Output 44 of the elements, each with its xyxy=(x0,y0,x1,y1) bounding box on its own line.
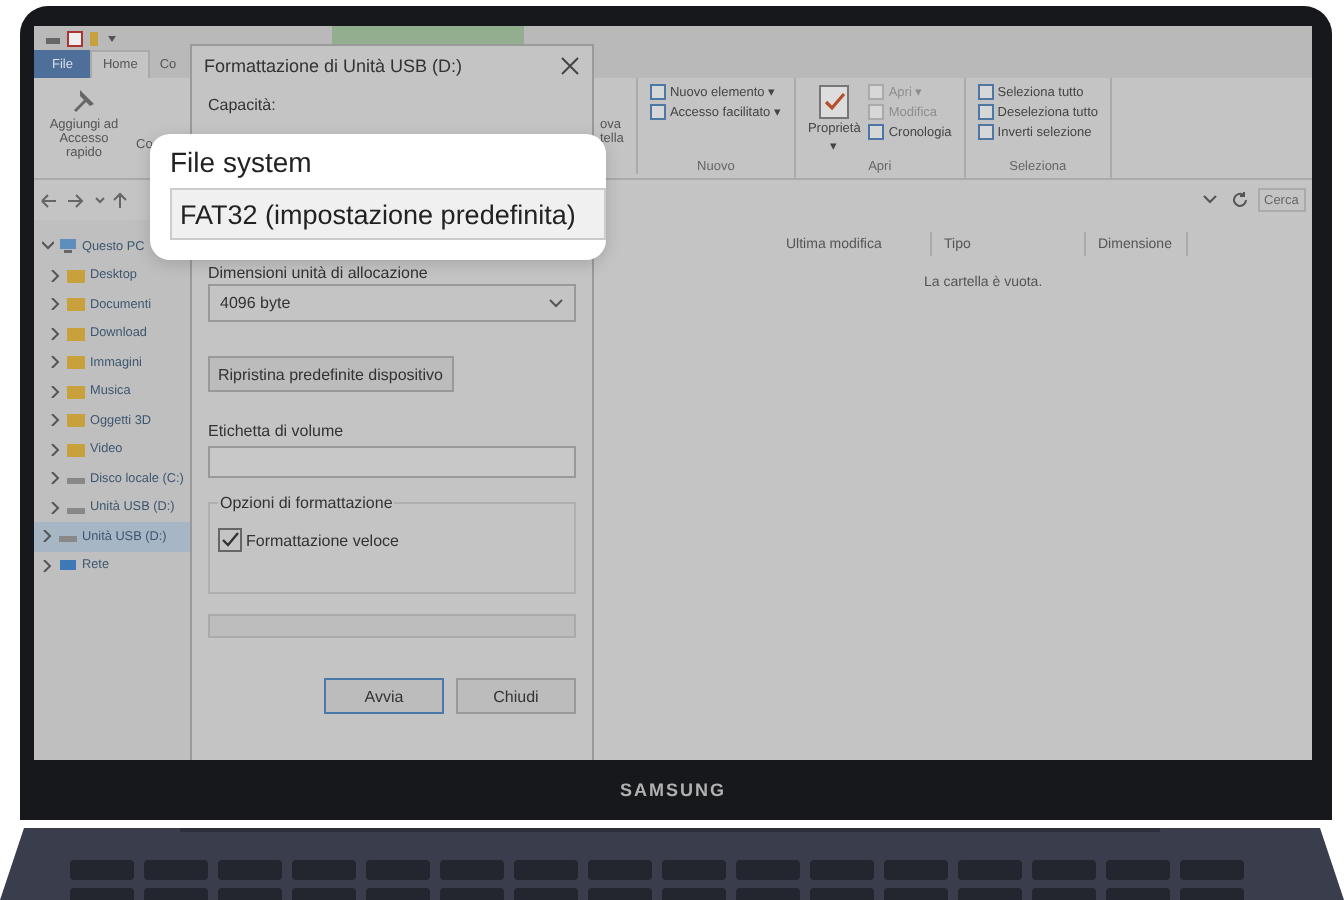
chevron-right-icon[interactable] xyxy=(42,530,54,543)
chevron-down-icon[interactable] xyxy=(42,240,54,253)
chevron-right-icon[interactable] xyxy=(50,501,62,514)
square-icon xyxy=(868,104,885,120)
chevron-right-icon[interactable] xyxy=(50,327,62,340)
monitor-icon xyxy=(58,238,78,255)
square-icon xyxy=(649,104,666,120)
checkmark-icon xyxy=(220,530,240,550)
close-icon[interactable] xyxy=(560,56,580,76)
dialog-title: Formattazione di Unità USB (D:) xyxy=(204,56,463,76)
refresh-icon[interactable] xyxy=(1230,190,1250,210)
square-icon xyxy=(977,124,994,140)
group-legend: Opzioni di formattazione xyxy=(218,494,395,512)
square-icon xyxy=(868,84,885,100)
capacity-label: Capacità: xyxy=(208,96,278,114)
allocation-size-label: Dimensioni unità di allocazione xyxy=(208,264,430,282)
file-system-field[interactable]: FAT32 (impostazione predefinita) xyxy=(170,188,606,240)
restore-defaults-button[interactable]: Ripristina predefinite dispositivo xyxy=(208,356,453,392)
chevron-right-icon[interactable] xyxy=(50,414,62,427)
chevron-right-icon[interactable] xyxy=(42,559,54,572)
checkbox-label[interactable]: Formattazione veloce xyxy=(246,531,399,549)
square-icon xyxy=(977,84,994,100)
network-icon xyxy=(58,557,78,574)
dialog-button[interactable]: Chiudi xyxy=(456,678,576,714)
volume-label-label: Etichetta di volume xyxy=(208,422,346,440)
allocation-size-dropdown[interactable]: 4096 byte xyxy=(208,284,576,322)
file-system-label: File system xyxy=(170,146,314,178)
checkmark-document-icon xyxy=(818,84,851,120)
square-icon xyxy=(649,84,666,100)
square-icon xyxy=(977,104,994,120)
square-icon xyxy=(868,124,885,140)
chevron-down-icon xyxy=(1202,194,1218,206)
chevron-right-icon[interactable] xyxy=(50,472,62,485)
chevron-right-icon[interactable] xyxy=(50,385,62,398)
volume-label-field[interactable] xyxy=(208,446,576,478)
brand-logo: SAMSUNG xyxy=(619,780,726,800)
chevron-right-icon[interactable] xyxy=(50,298,62,311)
checkbox[interactable] xyxy=(218,528,242,552)
dialog-button[interactable]: Avvia xyxy=(324,678,444,714)
chevron-right-icon[interactable] xyxy=(50,443,62,456)
chevron-right-icon[interactable] xyxy=(50,269,62,282)
pin-icon xyxy=(70,86,98,114)
chevron-down-icon xyxy=(548,297,564,309)
chevron-right-icon[interactable] xyxy=(50,356,62,369)
